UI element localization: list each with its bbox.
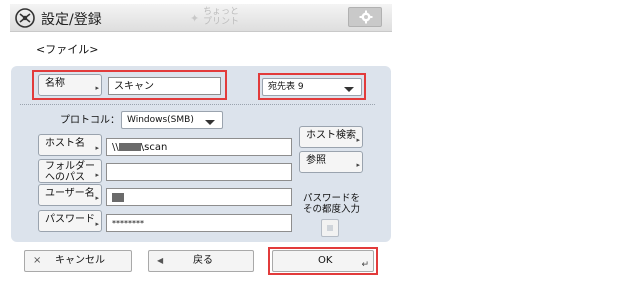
enter-icon: ↵ bbox=[361, 260, 369, 270]
title-bar: 設定/登録 ✦ ちょっと プリント bbox=[10, 4, 392, 32]
corner-arrow-icon: ▸ bbox=[95, 171, 99, 179]
back-arrow-icon: ◀ bbox=[157, 256, 164, 265]
name-field[interactable]: スキャン bbox=[108, 77, 221, 95]
name-button-label: 名称 bbox=[45, 78, 65, 89]
folder-path-label-1: フォルダー bbox=[45, 161, 95, 172]
browse-label: 参照 bbox=[306, 155, 326, 166]
counter-check-button[interactable] bbox=[348, 7, 382, 27]
password-field[interactable]: ******** bbox=[106, 214, 292, 232]
gear-icon bbox=[359, 10, 373, 24]
cancel-label: キャンセル bbox=[55, 255, 105, 266]
ok-label: OK bbox=[318, 255, 333, 266]
settings-register-icon bbox=[15, 8, 35, 28]
logo-line-2: プリント bbox=[203, 17, 240, 27]
user-name-field[interactable] bbox=[106, 188, 292, 206]
address-book-value: 宛先表 9 bbox=[268, 82, 304, 92]
browse-button[interactable]: 参照 ▸ bbox=[299, 151, 363, 173]
logo-line-1: ちょっと bbox=[203, 7, 240, 17]
ask-password-checkbox[interactable] bbox=[321, 219, 339, 237]
user-name-label: ユーザー名 bbox=[45, 188, 95, 199]
chevron-down-icon bbox=[344, 87, 354, 92]
wand-icon: ✦ bbox=[190, 12, 200, 25]
corner-arrow-icon: ▸ bbox=[356, 161, 360, 169]
ok-button[interactable]: OK ↵ bbox=[272, 250, 374, 272]
address-book-select[interactable]: 宛先表 9 bbox=[262, 78, 362, 96]
folder-path-field[interactable] bbox=[106, 163, 292, 181]
protocol-select[interactable]: Windows(SMB) bbox=[121, 111, 223, 129]
print-logo: ✦ ちょっと プリント bbox=[190, 8, 244, 28]
corner-arrow-icon: ▸ bbox=[356, 136, 360, 144]
corner-arrow-icon: ▸ bbox=[95, 84, 99, 92]
masked-text bbox=[118, 143, 141, 151]
ask-password-label-1: パスワードを bbox=[303, 193, 361, 204]
host-search-label: ホスト検索 bbox=[306, 130, 356, 141]
password-button[interactable]: パスワード ▸ bbox=[38, 210, 102, 232]
cancel-button[interactable]: × キャンセル bbox=[24, 250, 132, 272]
host-prefix: \\ bbox=[112, 142, 119, 153]
host-suffix: \scan bbox=[140, 142, 168, 153]
protocol-label: プロトコル： bbox=[60, 115, 120, 126]
folder-path-label-2: へのパス bbox=[45, 172, 85, 183]
corner-arrow-icon: ▸ bbox=[95, 144, 99, 152]
back-label: 戻る bbox=[193, 255, 213, 266]
user-name-button[interactable]: ユーザー名 ▸ bbox=[38, 184, 102, 206]
host-name-label: ホスト名 bbox=[45, 138, 85, 149]
password-label: パスワード bbox=[45, 214, 95, 225]
protocol-value: Windows(SMB) bbox=[127, 115, 194, 125]
masked-text bbox=[112, 192, 124, 202]
page-subtitle: <ファイル> bbox=[36, 43, 99, 56]
corner-arrow-icon: ▸ bbox=[95, 220, 99, 228]
corner-arrow-icon: ▸ bbox=[95, 194, 99, 202]
folder-path-button[interactable]: フォルダー へのパス ▸ bbox=[38, 159, 102, 183]
page-title: 設定/登録 bbox=[41, 12, 102, 28]
host-search-button[interactable]: ホスト検索 ▸ bbox=[299, 126, 363, 148]
host-name-button[interactable]: ホスト名 ▸ bbox=[38, 134, 102, 156]
back-button[interactable]: ◀ 戻る bbox=[148, 250, 254, 272]
close-icon: × bbox=[33, 255, 42, 266]
divider bbox=[20, 104, 375, 105]
host-name-field[interactable]: \\ \scan bbox=[106, 138, 292, 156]
ask-password-label-2: その都度入力 bbox=[303, 204, 361, 215]
chevron-down-icon bbox=[205, 120, 215, 125]
name-button[interactable]: 名称 ▸ bbox=[38, 74, 102, 96]
